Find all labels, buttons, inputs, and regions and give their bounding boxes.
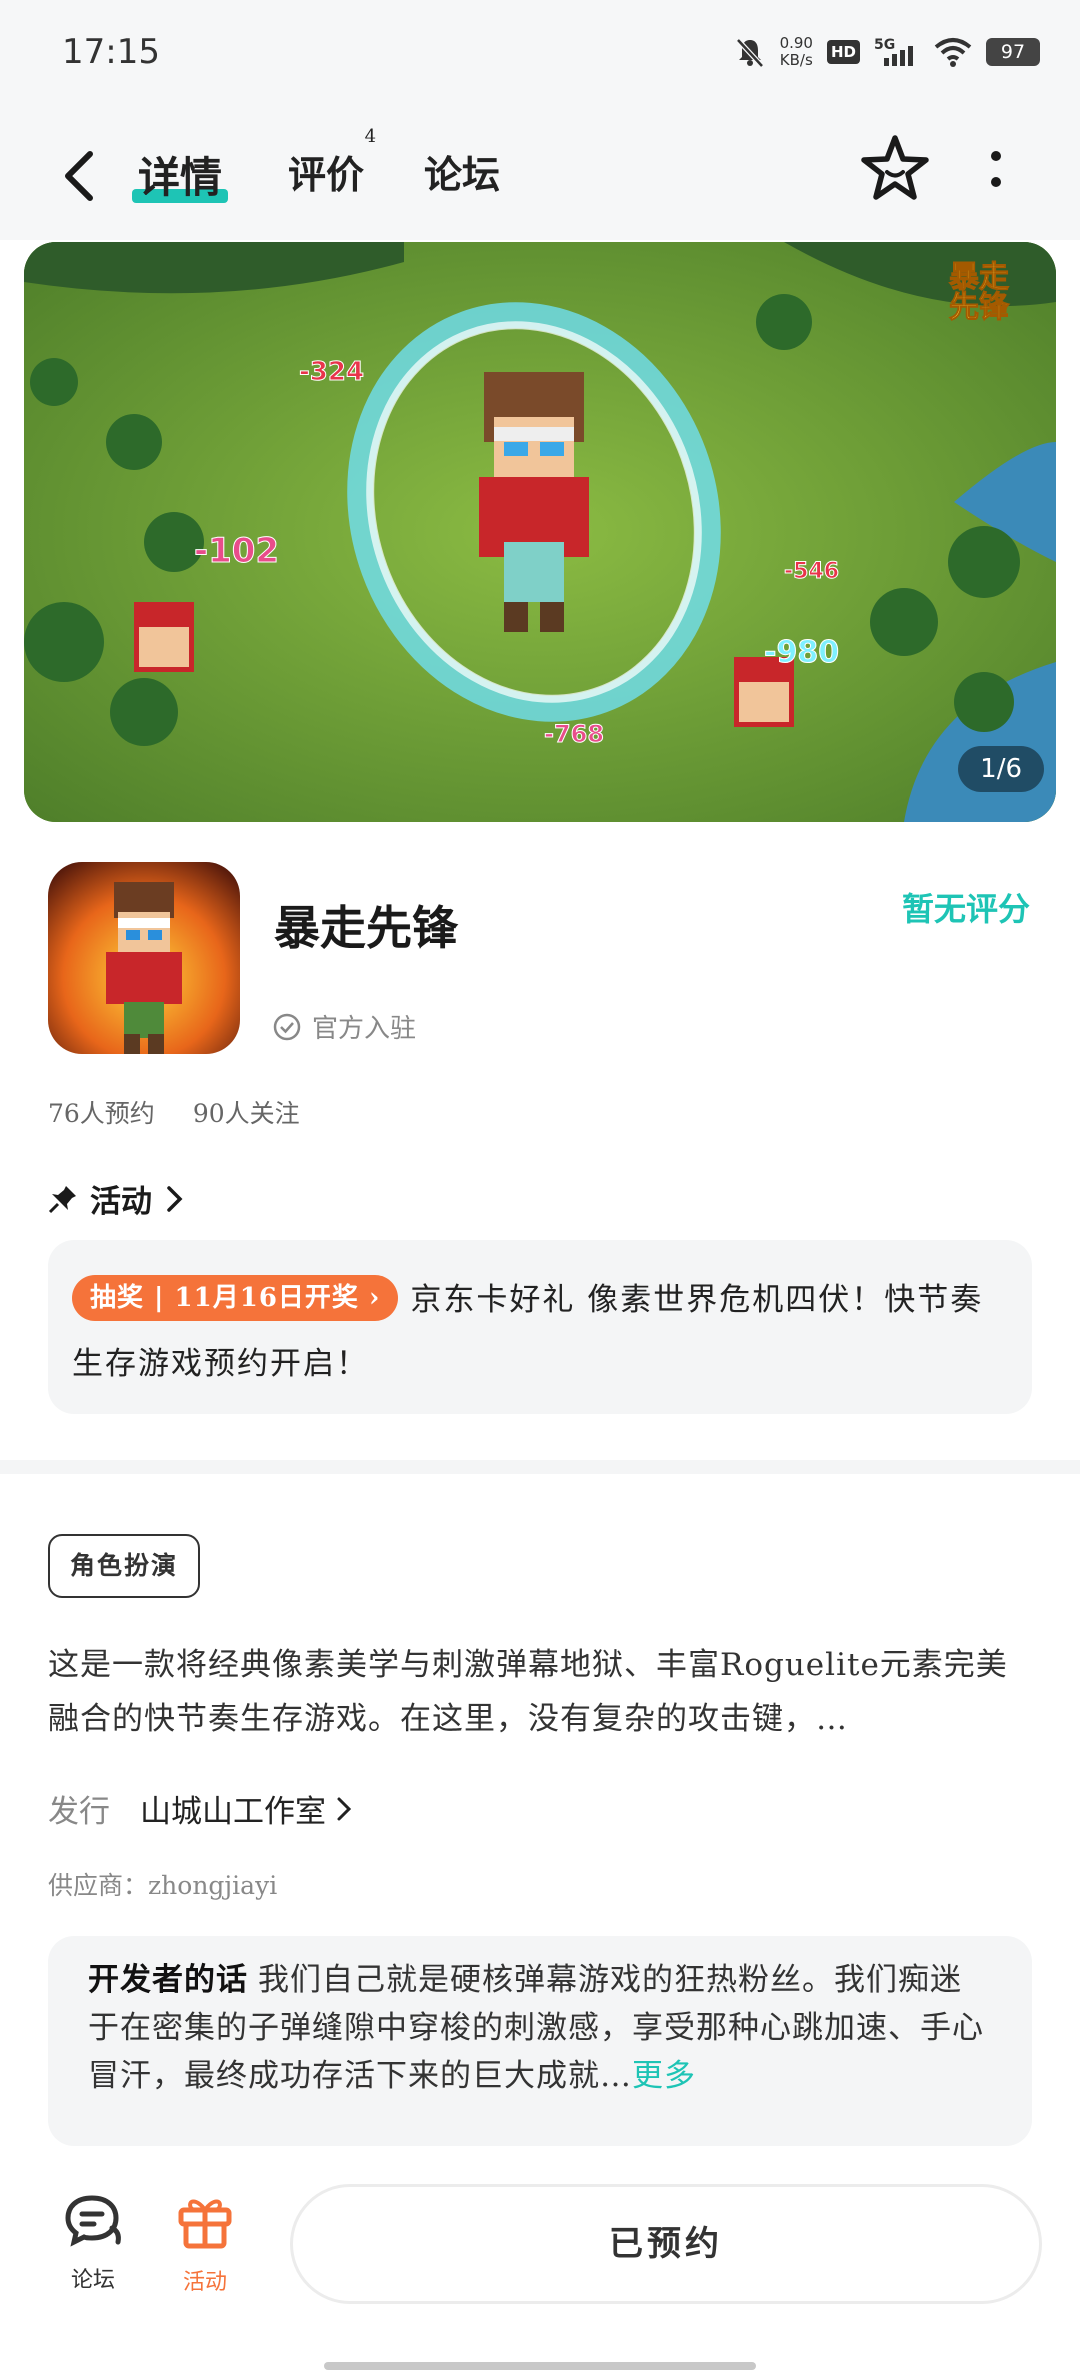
status-bar: 17:15 0.90 KB/s HD 5G 97 [0, 0, 1080, 110]
network-type: 5G [874, 37, 895, 53]
banner-logo: 暴走先锋 [949, 260, 1010, 325]
wifi-icon [934, 38, 972, 67]
official-verified: 官方入驻 [272, 1008, 416, 1045]
damage-number: -768 [544, 720, 604, 748]
tab-forum-label: 论坛 [424, 152, 501, 197]
pin-icon [48, 1185, 76, 1213]
more-link[interactable]: 更多 [632, 2058, 696, 2094]
activity-section-header[interactable]: 活动 [48, 1176, 186, 1221]
damage-number: -324 [299, 357, 364, 387]
forum-chat-icon [65, 2195, 121, 2247]
network-speed-unit: KB/s [779, 51, 813, 69]
tab-detail-label: 详情 [138, 153, 223, 202]
publisher-label: 发行 [48, 1794, 110, 1830]
signal-5g-icon: 5G [874, 37, 913, 66]
developer-note-card[interactable]: 开发者的话 我们自己就是硬核弹幕游戏的狂热粉丝。我们痴迷于在密集的子弹缝隙中穿梭的… [48, 1936, 1032, 2146]
chevron-right-icon [167, 1185, 183, 1212]
back-arrow-icon[interactable] [52, 144, 108, 208]
tab-detail[interactable]: 详情 [132, 144, 229, 205]
header-nav: 详情 评价 4 论坛 [0, 110, 1080, 240]
bottom-nav-activity-label: 活动 [182, 2270, 227, 2295]
verified-label: 官方入驻 [312, 1014, 417, 1044]
gift-icon [178, 2199, 232, 2249]
game-stats: 76人预约 90人关注 [48, 1094, 300, 1130]
tab-review-label: 评价 [288, 152, 365, 197]
supplier-info: 供应商：zhongjiayi [48, 1871, 278, 1900]
game-app-icon [48, 862, 240, 1054]
game-title: 暴走先锋 [274, 901, 458, 955]
damage-number: -102 [194, 531, 279, 571]
screenshot-carousel[interactable]: -324 -102 -546 -980 -768 暴走先锋 1/6 [24, 242, 1056, 822]
genre-tag[interactable]: 角色扮演 [48, 1534, 201, 1598]
status-indicators: 0.90 KB/s HD 5G 97 [734, 30, 1040, 74]
publisher-name[interactable]: 山城山工作室 [140, 1786, 354, 1831]
game-description[interactable]: 这是一款将经典像素美学与刺激弹幕地狱、丰富Roguelite元素完美融合的快节奏… [48, 1638, 1032, 1746]
rating-status: 暂无评分 [901, 890, 1030, 928]
tab-forum[interactable]: 论坛 [424, 144, 500, 199]
home-indicator[interactable] [324, 2362, 756, 2370]
lottery-tag-label: 抽奖 | 11月16日开奖 [90, 1283, 359, 1313]
publisher-row[interactable]: 发行 山城山工作室 [48, 1786, 354, 1831]
developer-note-label: 开发者的话 [88, 1962, 248, 1998]
tab-review[interactable]: 评价 4 [288, 126, 376, 199]
game-screenshot: -324 -102 -546 -980 -768 暴走先锋 [24, 242, 1056, 822]
network-speed: 0.90 KB/s [780, 35, 813, 69]
damage-number: -980 [764, 635, 839, 670]
section-divider [0, 1460, 1080, 1474]
bottom-nav-forum-label: 论坛 [70, 2268, 115, 2293]
review-count-badge: 4 [364, 126, 377, 147]
chevron-right-icon [337, 1797, 352, 1820]
favorite-star-icon[interactable] [858, 132, 932, 206]
bottom-action-bar: 论坛 活动 已预约 [0, 2170, 1080, 2376]
reservation-count: 76人预约 [48, 1099, 155, 1128]
reserved-button[interactable]: 已预约 [290, 2184, 1042, 2304]
bottom-nav-activity[interactable]: 活动 [160, 2192, 250, 2296]
lottery-tag: 抽奖 | 11月16日开奖 › [72, 1275, 399, 1321]
battery-indicator: 97 [986, 38, 1040, 66]
mute-bell-icon [735, 38, 764, 68]
hd-badge: HD [826, 40, 860, 64]
activity-heading: 活动 [90, 1184, 152, 1220]
carousel-counter: 1/6 [958, 746, 1044, 792]
bottom-nav-forum[interactable]: 论坛 [48, 2192, 138, 2294]
network-speed-value: 0.90 [779, 34, 813, 52]
more-vertical-icon[interactable] [976, 140, 1016, 200]
status-time: 17:15 [62, 32, 160, 72]
activity-card[interactable]: 抽奖 | 11月16日开奖 › 京东卡好礼 像素世界危机四伏！快节奏生存游戏预约开… [48, 1240, 1032, 1414]
check-circle-icon [273, 1013, 301, 1040]
damage-number: -546 [784, 559, 839, 584]
follower-count: 90人关注 [192, 1099, 300, 1128]
publisher-name-text: 山城山工作室 [140, 1794, 326, 1830]
